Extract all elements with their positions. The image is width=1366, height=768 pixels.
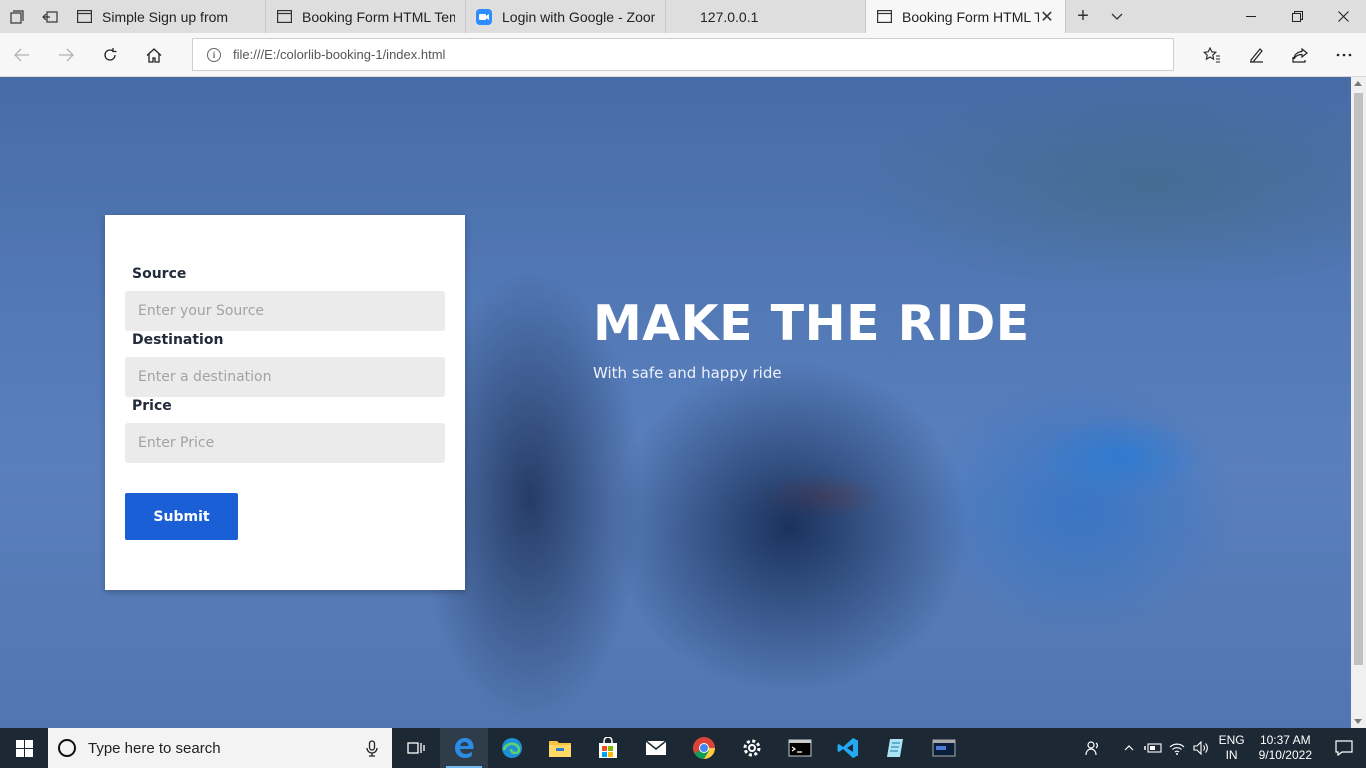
page-icon (876, 9, 892, 25)
info-icon[interactable]: i (207, 47, 221, 62)
wifi-icon[interactable] (1165, 728, 1189, 768)
price-label: Price (132, 398, 172, 414)
price-input[interactable] (125, 423, 445, 463)
scroll-down-icon[interactable] (1354, 719, 1362, 724)
clock-time: 10:37 AM (1259, 733, 1311, 747)
submit-button[interactable]: Submit (125, 493, 238, 540)
restore-icon[interactable] (1274, 0, 1320, 33)
hero-title: MAKE THE RIDE (593, 295, 1030, 352)
file-explorer-icon[interactable] (536, 728, 584, 768)
close-window-icon[interactable] (1320, 0, 1366, 33)
url-text: file:///E:/colorlib-booking-1/index.html (233, 47, 446, 62)
browser-navigation-bar: i file:///E:/colorlib-booking-1/index.ht… (0, 33, 1366, 77)
hero-subtitle: With safe and happy ride (593, 364, 782, 382)
page-icon (276, 9, 292, 25)
tab-actions-icon[interactable] (0, 0, 33, 33)
windows-start-icon[interactable] (0, 728, 48, 768)
scroll-up-icon[interactable] (1354, 81, 1362, 86)
page-viewport: MAKE THE RIDE With safe and happy ride S… (0, 77, 1351, 728)
page-icon (76, 9, 92, 25)
source-label: Source (132, 266, 187, 282)
taskbar-search-box[interactable]: Type here to search (48, 728, 392, 768)
page-scrollbar[interactable] (1351, 77, 1366, 728)
command-prompt-icon[interactable] (776, 728, 824, 768)
scrollbar-thumb[interactable] (1354, 93, 1363, 665)
battery-icon[interactable] (1141, 728, 1165, 768)
tab-label: 127.0.0.1 (700, 8, 759, 25)
mysql-shell-icon[interactable] (920, 728, 968, 768)
edge-legacy-icon[interactable] (440, 728, 488, 768)
close-tab-icon[interactable]: ✕ (1039, 7, 1055, 27)
zoom-icon (476, 8, 492, 25)
tab-localhost[interactable]: 127.0.0.1 (666, 0, 866, 33)
volume-icon[interactable] (1189, 728, 1213, 768)
share-icon[interactable] (1278, 33, 1322, 77)
tab-label: Booking Form HTML Templ (302, 8, 455, 25)
settings-gear-icon[interactable] (728, 728, 776, 768)
vscode-icon[interactable] (824, 728, 872, 768)
cortana-icon (58, 739, 76, 757)
show-hidden-icons-icon[interactable] (1117, 728, 1141, 768)
tab-booking-form-active[interactable]: Booking Form HTML Te ✕ (866, 0, 1066, 33)
favorites-icon[interactable] (1190, 33, 1234, 77)
input-language[interactable]: ENG IN (1219, 733, 1245, 763)
destination-label: Destination (132, 332, 224, 348)
set-aside-tabs-icon[interactable] (33, 0, 66, 33)
minimize-icon[interactable] (1228, 0, 1274, 33)
tab-label: Simple Sign up from (102, 8, 229, 25)
notifications-icon[interactable] (1322, 728, 1366, 768)
region-code: IN (1225, 748, 1238, 762)
clock[interactable]: 10:37 AM 9/10/2022 (1259, 733, 1312, 763)
people-icon[interactable] (1081, 728, 1105, 768)
forward-arrow-icon[interactable] (44, 33, 88, 77)
address-bar[interactable]: i file:///E:/colorlib-booking-1/index.ht… (192, 38, 1174, 71)
tab-label: Login with Google - Zoom (502, 8, 655, 25)
window-controls (1228, 0, 1366, 33)
destination-input[interactable] (125, 357, 445, 397)
tab-booking-form-1[interactable]: Booking Form HTML Templ (266, 0, 466, 33)
chevron-down-icon[interactable] (1100, 0, 1134, 33)
notepad-icon[interactable] (872, 728, 920, 768)
tab-zoom-login[interactable]: Login with Google - Zoom (466, 0, 666, 33)
language-code: ENG (1218, 733, 1245, 747)
tab-simple-sign-up[interactable]: Simple Sign up from (66, 0, 266, 33)
clock-date: 9/10/2022 (1258, 748, 1312, 762)
edge-chromium-icon[interactable] (488, 728, 536, 768)
booking-form: Source Destination Price Submit (105, 215, 465, 590)
more-options-icon[interactable] (1322, 33, 1366, 77)
pen-notes-icon[interactable] (1234, 33, 1278, 77)
home-icon[interactable] (132, 33, 176, 77)
refresh-icon[interactable] (88, 33, 132, 77)
microphone-icon[interactable] (366, 740, 378, 761)
new-tab-button[interactable]: + (1066, 0, 1100, 33)
chrome-icon[interactable] (680, 728, 728, 768)
search-placeholder: Type here to search (88, 739, 221, 757)
mail-icon[interactable] (632, 728, 680, 768)
source-input[interactable] (125, 291, 445, 331)
system-tray: ENG IN 10:37 AM 9/10/2022 (1081, 728, 1366, 768)
back-arrow-icon[interactable] (0, 33, 44, 77)
task-view-icon[interactable] (392, 728, 440, 768)
microsoft-store-icon[interactable] (584, 728, 632, 768)
tab-label: Booking Form HTML Te (902, 8, 1039, 25)
browser-tab-strip: Simple Sign up from Booking Form HTML Te… (0, 0, 1366, 33)
windows-taskbar: Type here to search ENG IN 10:37 AM 9/10… (0, 728, 1366, 768)
